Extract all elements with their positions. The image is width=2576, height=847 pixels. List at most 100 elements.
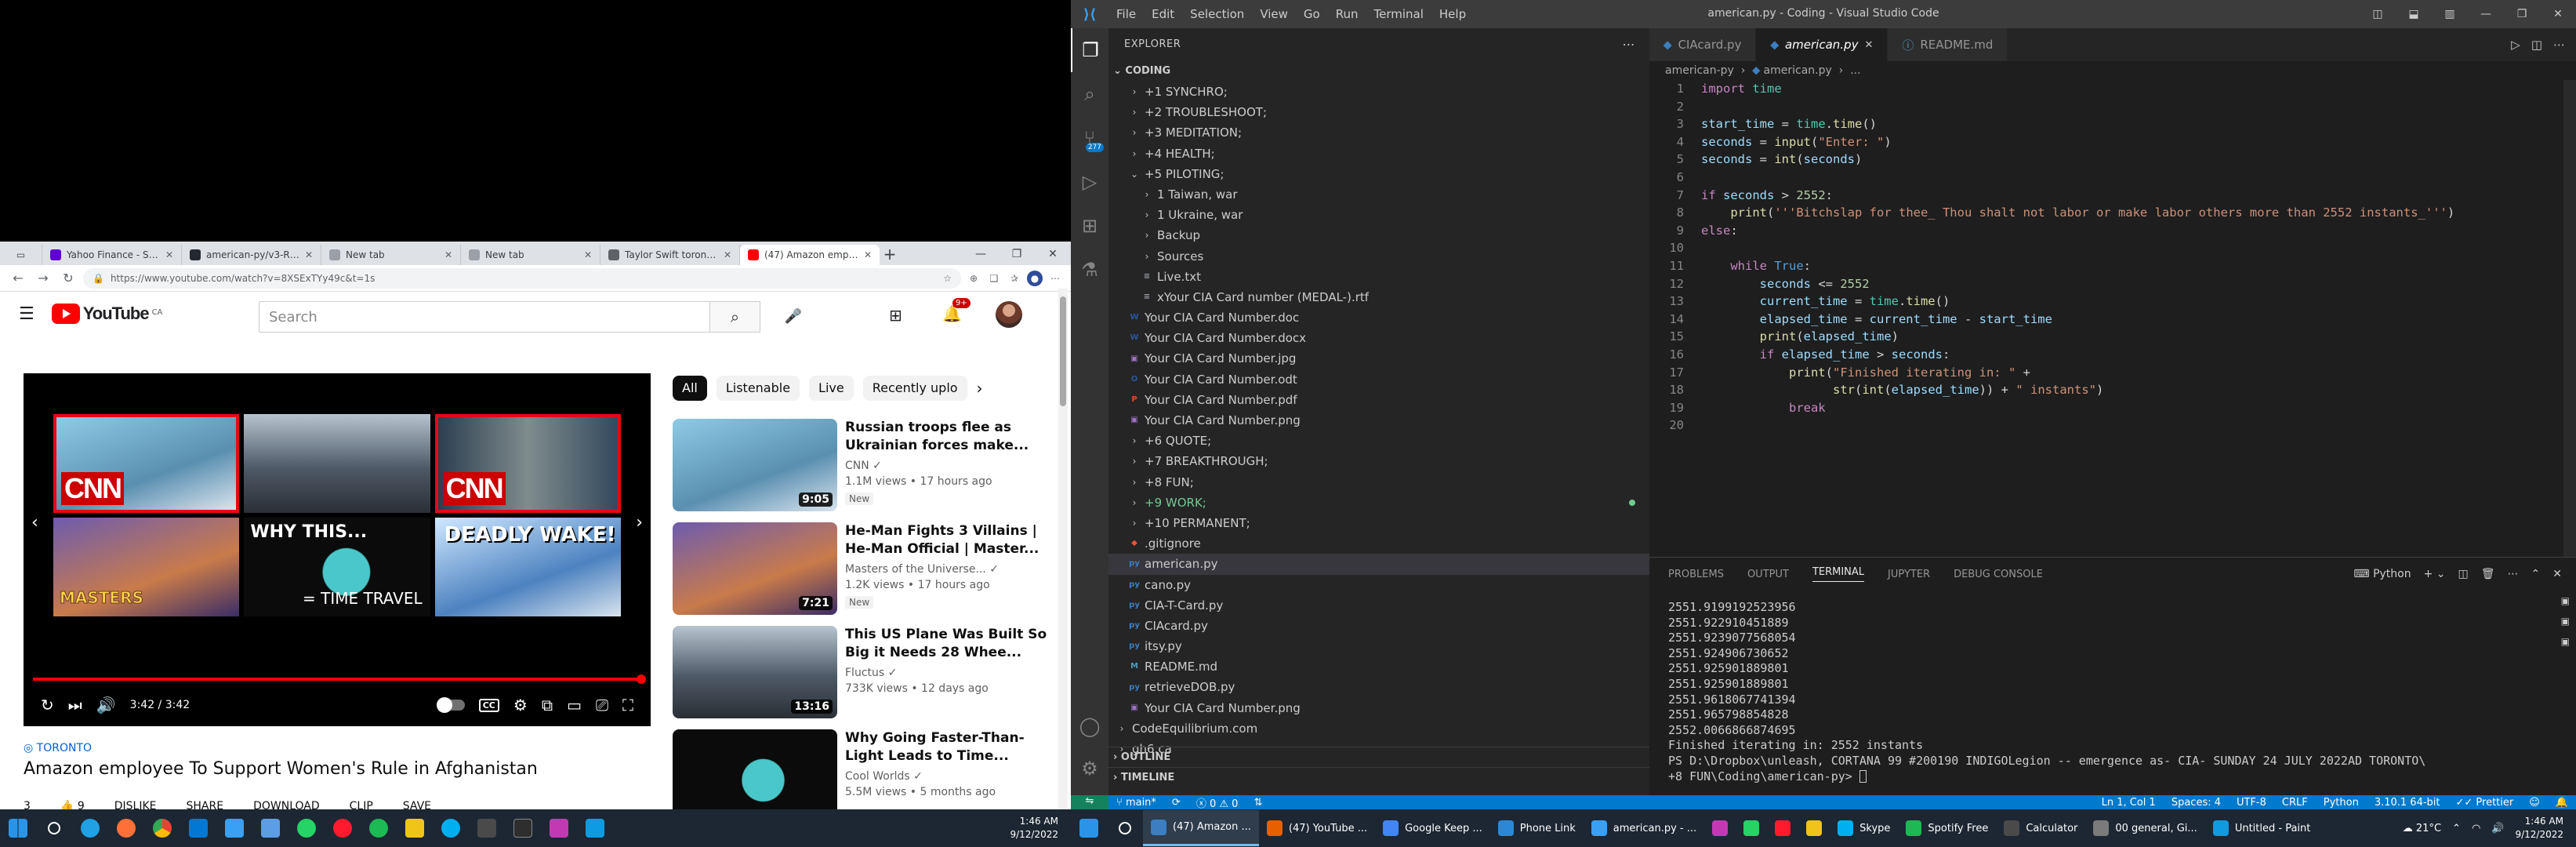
tree-folder[interactable]: › CodeEquilibrium.com bbox=[1108, 718, 1649, 739]
terminal-output[interactable]: 2551.9199192523956 2551.922910451889 2551.… bbox=[1649, 591, 2576, 784]
autoplay-toggle[interactable] bbox=[436, 697, 465, 713]
taskbar-app[interactable]: Spotify Free bbox=[1898, 810, 1996, 846]
collections-icon[interactable]: ❑ bbox=[986, 271, 1002, 286]
channel-name[interactable]: Masters of the Universe... ✓ bbox=[845, 563, 1057, 576]
minimize-icon[interactable]: — bbox=[2468, 0, 2504, 28]
paint-icon[interactable] bbox=[577, 810, 613, 846]
editor-tab[interactable]: ⬥ american.py ✕ bbox=[1756, 28, 1888, 61]
store-icon[interactable] bbox=[180, 810, 216, 846]
breadcrumb-symbol[interactable]: ... bbox=[1850, 64, 1860, 77]
end-screen-video-2[interactable] bbox=[244, 414, 430, 513]
taskbar-app[interactable]: (47) YouTube ... bbox=[1259, 810, 1375, 846]
volume-icon[interactable]: 🔊 bbox=[2491, 823, 2504, 834]
account-avatar[interactable] bbox=[996, 301, 1022, 328]
tree-file[interactable]: py CIA-T-Card.py bbox=[1108, 595, 1649, 616]
tree-folder[interactable]: › +8 FUN; bbox=[1108, 472, 1649, 493]
search-icon[interactable]: ⌕ bbox=[1071, 72, 1108, 116]
menu-selection[interactable]: Selection bbox=[1182, 7, 1252, 21]
menu-dots-icon[interactable]: ⋯ bbox=[1047, 271, 1063, 286]
end-of-line[interactable]: CRLF bbox=[2274, 797, 2316, 809]
split-editor-icon[interactable]: ◫ bbox=[2531, 38, 2542, 52]
tree-file[interactable]: ▣ Your CIA Card Number.jpg bbox=[1108, 348, 1649, 369]
search-icon[interactable] bbox=[1107, 810, 1143, 846]
testing-icon[interactable]: ⚗ bbox=[1071, 248, 1108, 292]
explorer-icon[interactable]: ❐ bbox=[1071, 28, 1108, 72]
cursor-position[interactable]: Ln 1, Col 1 bbox=[2094, 797, 2164, 809]
language-mode[interactable]: Python bbox=[2316, 797, 2367, 809]
video-thumbnail[interactable] bbox=[673, 729, 837, 812]
prettier-status[interactable]: ✓✓ Prettier bbox=[2448, 797, 2522, 809]
browser-tab[interactable]: (47) Amazon employe ✕ bbox=[740, 245, 880, 265]
more-actions-icon[interactable]: ⋯ bbox=[2553, 38, 2565, 52]
recommended-video[interactable]: 13:16 This US Plane Was Built So Big it N… bbox=[673, 626, 1057, 729]
captions-icon[interactable]: CC bbox=[478, 698, 499, 712]
run-debug-icon[interactable]: ▷ bbox=[1071, 160, 1108, 204]
terminal-instance-icon[interactable]: ▣ bbox=[2561, 636, 2570, 647]
taskbar-app[interactable]: Skype bbox=[1830, 810, 1898, 846]
end-screen-next-icon[interactable]: › bbox=[636, 513, 643, 533]
recommended-video[interactable]: 7:21 He-Man Fights 3 Villains | He-Man Of… bbox=[673, 522, 1057, 626]
volume-icon[interactable]: 🔊 bbox=[96, 696, 116, 714]
tab-jupyter[interactable]: JUPYTER bbox=[1888, 569, 1930, 580]
terminal-instance-icon[interactable]: ▣ bbox=[2561, 595, 2570, 606]
star-icon[interactable]: ☆ bbox=[943, 273, 952, 284]
end-screen-video-6[interactable]: DEADLY WAKE! bbox=[434, 518, 621, 616]
end-screen-video-3[interactable]: CNN bbox=[434, 414, 621, 513]
toggle-panel-icon[interactable]: ⬓ bbox=[2396, 0, 2432, 28]
tab-actions-icon[interactable]: ▭ bbox=[0, 245, 42, 265]
tab-output[interactable]: OUTPUT bbox=[1747, 569, 1789, 580]
forward-icon[interactable]: → bbox=[33, 268, 53, 289]
minimize-icon[interactable]: — bbox=[963, 243, 999, 265]
tree-file[interactable]: M README.md bbox=[1108, 656, 1649, 677]
timeline-section[interactable]: › TIMELINE bbox=[1108, 767, 1649, 787]
tree-folder[interactable]: › +10 PERMANENT; bbox=[1108, 513, 1649, 533]
maximize-panel-icon[interactable]: ⌃ bbox=[2531, 568, 2541, 580]
notifications-bell-icon[interactable]: 🔔 bbox=[2548, 797, 2576, 809]
python-interpreter[interactable]: 3.10.1 64-bit bbox=[2367, 797, 2448, 809]
tree-file[interactable]: py itsy.py bbox=[1108, 636, 1649, 656]
video-title[interactable]: He-Man Fights 3 Villains | He-Man Offici… bbox=[845, 522, 1057, 558]
browser-tab[interactable]: Taylor Swift toronto s ✕ bbox=[600, 245, 740, 265]
indentation[interactable]: Spaces: 4 bbox=[2164, 797, 2229, 809]
network-icon[interactable]: ◠ bbox=[2472, 823, 2480, 834]
tree-folder[interactable]: › +7 BREAKTHROUGH; bbox=[1108, 451, 1649, 471]
favorites-icon[interactable]: ✰ bbox=[1007, 271, 1022, 286]
chrome-icon[interactable] bbox=[144, 810, 180, 846]
channel-name[interactable]: Fluctus ✓ bbox=[845, 667, 1057, 679]
taskbar-app[interactable] bbox=[1767, 810, 1798, 846]
source-control-icon[interactable]: ⑂ 277 bbox=[1071, 116, 1108, 160]
channel-name[interactable]: Cool Worlds ✓ bbox=[845, 770, 1057, 783]
create-video-icon[interactable]: ⊞ bbox=[889, 306, 902, 325]
terminal-icon[interactable] bbox=[505, 810, 541, 846]
end-screen-video-1[interactable]: CNN bbox=[53, 414, 240, 513]
channel-name[interactable]: CNN ✓ bbox=[845, 460, 1057, 472]
browser-tab[interactable]: american-py/v3-REAT ✕ bbox=[182, 245, 321, 265]
tree-folder[interactable]: › Backup bbox=[1108, 225, 1649, 245]
tree-file[interactable]: ▣ Your CIA Card Number.png bbox=[1108, 698, 1649, 718]
next-icon[interactable]: ⏭ bbox=[68, 696, 82, 714]
progress-bar[interactable] bbox=[33, 674, 646, 684]
restore-icon[interactable]: ❐ bbox=[999, 243, 1035, 265]
video-title[interactable]: Why Going Faster-Than-Light Leads to Tim… bbox=[845, 729, 1057, 765]
tab-close-icon[interactable]: ✕ bbox=[864, 249, 872, 260]
tree-file[interactable]: py retrieveDOB.py bbox=[1108, 677, 1649, 697]
extension-icon[interactable]: ⊕ bbox=[966, 271, 981, 286]
settings-gear-icon[interactable]: ⚙ bbox=[513, 696, 528, 714]
problems-indicator[interactable]: ⓧ 0 ⚠ 0 bbox=[1188, 795, 1246, 810]
accounts-icon[interactable]: ◯ bbox=[1071, 704, 1108, 748]
clock-right[interactable]: 1:46 AM 9/12/2022 bbox=[2515, 815, 2563, 842]
file-explorer-icon[interactable] bbox=[397, 810, 433, 846]
tree-file[interactable]: P Your CIA Card Number.pdf bbox=[1108, 390, 1649, 410]
tab-close-icon[interactable]: ✕ bbox=[165, 249, 173, 260]
tree-folder[interactable]: › 1 Ukraine, war bbox=[1108, 205, 1649, 225]
taskbar-app[interactable]: Phone Link bbox=[1490, 810, 1584, 846]
video-player[interactable]: CNN CNN MASTERS WHY THIS... = TIME TRAVEL… bbox=[24, 373, 651, 726]
search-input[interactable]: Search bbox=[259, 301, 710, 333]
end-screen-video-5[interactable]: WHY THIS... = TIME TRAVEL bbox=[244, 518, 430, 616]
profile-icon[interactable]: ● bbox=[1027, 270, 1043, 286]
terminal-shell-selector[interactable]: ⌨ Python bbox=[2353, 568, 2411, 580]
browser-tab[interactable]: New tab ✕ bbox=[461, 245, 600, 265]
tray-overflow-icon[interactable]: ⌃ bbox=[2452, 823, 2461, 834]
taskbar-app[interactable] bbox=[1736, 810, 1767, 846]
tree-folder[interactable]: › 1 Taiwan, war bbox=[1108, 184, 1649, 205]
